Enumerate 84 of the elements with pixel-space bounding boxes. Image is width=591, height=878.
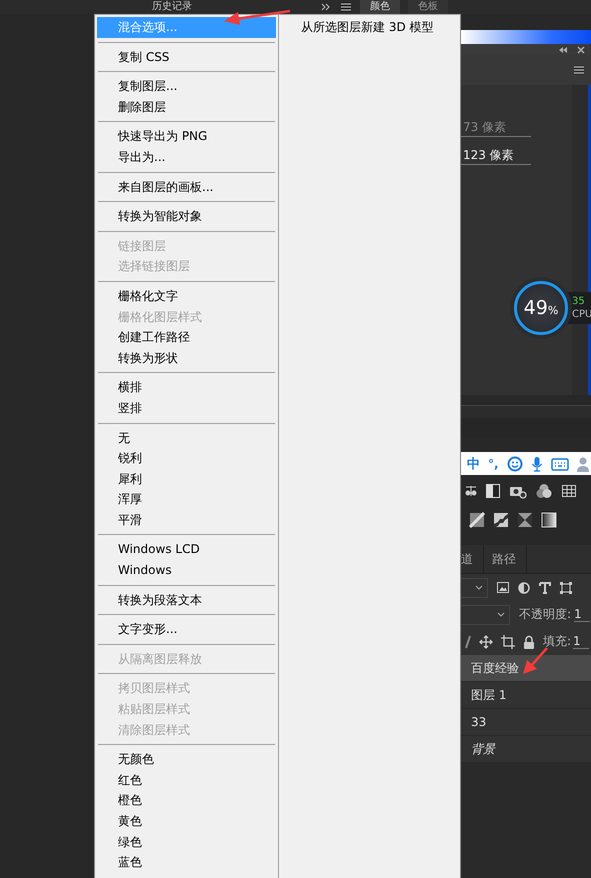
menu-item[interactable]: Windows LCD: [97, 539, 276, 560]
layer-name: 33: [471, 715, 486, 729]
menu-item[interactable]: 平滑: [97, 510, 276, 530]
annotation-arrow: [521, 646, 549, 676]
gradient-map-icon[interactable]: [541, 512, 557, 528]
layer-row[interactable]: 33: [461, 709, 591, 736]
layer-name: 百度经验: [471, 660, 519, 676]
menu-item[interactable]: 创建工作路径: [97, 327, 276, 348]
image-filter-icon[interactable]: [497, 582, 509, 593]
menu-item[interactable]: 删除图层: [97, 96, 276, 118]
menu-item[interactable]: 复制 CSS: [97, 46, 276, 68]
menu-item[interactable]: 犀利: [97, 468, 276, 490]
menu-item[interactable]: 橙色: [97, 790, 276, 811]
keyboard-icon[interactable]: [550, 456, 569, 470]
opacity-label: 不透明度:: [519, 606, 572, 623]
posterize-icon[interactable]: [493, 512, 509, 528]
grid-icon[interactable]: [561, 483, 577, 499]
menu-icon[interactable]: [340, 2, 352, 12]
history-tab[interactable]: 历史记录: [152, 1, 192, 12]
menu-item[interactable]: 转换为形状: [97, 348, 276, 368]
menu-item[interactable]: 导出为...: [97, 146, 276, 168]
menu-item[interactable]: 红色: [97, 770, 276, 790]
microphone-icon[interactable]: [530, 456, 543, 472]
adjustment-filter-icon[interactable]: [518, 582, 530, 594]
temperature-value: 35: [572, 295, 586, 308]
menu-item: 栅格化图层样式: [117, 308, 203, 326]
menu-item[interactable]: 文字变形...: [97, 619, 276, 640]
type-filter-icon[interactable]: [539, 582, 551, 594]
panel-tab[interactable]: 颜色: [360, 0, 400, 14]
menu-item: 从隔离图层释放: [117, 650, 203, 668]
threshold-icon[interactable]: [517, 512, 533, 528]
panel-tab[interactable]: 道: [461, 545, 484, 573]
menu-item[interactable]: 无: [97, 428, 276, 448]
menu-item: 选择链接图层: [117, 258, 191, 276]
menu-item[interactable]: 锐利: [97, 448, 276, 469]
fill-label: 填充:: [543, 633, 572, 650]
expand-icon[interactable]: [320, 2, 332, 12]
fill-field[interactable]: 1: [573, 634, 590, 649]
menu-item[interactable]: 绿色: [97, 832, 276, 852]
panel-tab[interactable]: 色板: [408, 0, 448, 14]
menu-item[interactable]: Windows: [97, 560, 276, 581]
menu-item: 拷贝图层样式: [117, 680, 191, 698]
layer-row[interactable]: 背景: [461, 736, 591, 763]
layer-name: 背景: [471, 740, 495, 758]
menu-item[interactable]: 无颜色: [97, 749, 276, 770]
shape-filter-icon[interactable]: [560, 582, 572, 594]
menu-item[interactable]: 浑厚: [97, 489, 276, 510]
menu-item[interactable]: 栅格化文字: [97, 286, 276, 307]
layer-name: 图层 1: [471, 686, 506, 704]
size-field: 73 像素: [461, 119, 531, 137]
menu-item[interactable]: 转换为段落文本: [97, 590, 276, 610]
layer-row[interactable]: 图层 1: [461, 682, 591, 709]
size-field[interactable]: 123 像素: [461, 147, 531, 165]
menu-item[interactable]: 黄色: [97, 811, 276, 832]
menu-item[interactable]: 横排: [97, 377, 276, 398]
menu-item[interactable]: 来自图层的画板...: [97, 176, 276, 198]
menu-item: 链接图层: [117, 238, 167, 255]
annotation-arrow: [222, 8, 292, 26]
input-mode-toggle[interactable]: 中: [467, 454, 480, 472]
layer-row[interactable]: 百度经验: [461, 655, 591, 682]
invert-icon[interactable]: [469, 512, 485, 528]
menu-item[interactable]: 复制图层...: [97, 76, 276, 97]
menu-item[interactable]: 快速导出为 PNG: [97, 126, 276, 147]
smiley-icon[interactable]: [506, 456, 523, 472]
chevron-down-icon: [497, 612, 505, 618]
opacity-field[interactable]: 1: [574, 607, 590, 622]
menu-item: 清除图层样式: [117, 722, 191, 739]
balance-icon[interactable]: [465, 483, 477, 499]
move-icon[interactable]: [479, 634, 493, 648]
chevron-down-icon: [475, 584, 483, 590]
color-mix-icon[interactable]: [535, 483, 553, 499]
menu-icon[interactable]: [573, 65, 585, 75]
menu-item[interactable]: 从所选图层新建 3D 模型: [279, 17, 460, 37]
menu-item[interactable]: 转换为智能对象: [97, 206, 276, 227]
panel-tab[interactable]: 路径: [492, 545, 527, 573]
close-icon[interactable]: [577, 46, 585, 54]
menu-item[interactable]: 蓝色: [97, 852, 276, 873]
menu-item: 粘贴图层样式: [117, 701, 191, 718]
lock-icon[interactable]: [523, 634, 535, 648]
brush-icon[interactable]: [465, 634, 471, 648]
menu-item[interactable]: 竖排: [97, 398, 276, 418]
split-square-icon[interactable]: [485, 483, 501, 499]
punctuation-toggle[interactable]: °,: [488, 456, 499, 470]
crop-icon[interactable]: [501, 634, 515, 648]
